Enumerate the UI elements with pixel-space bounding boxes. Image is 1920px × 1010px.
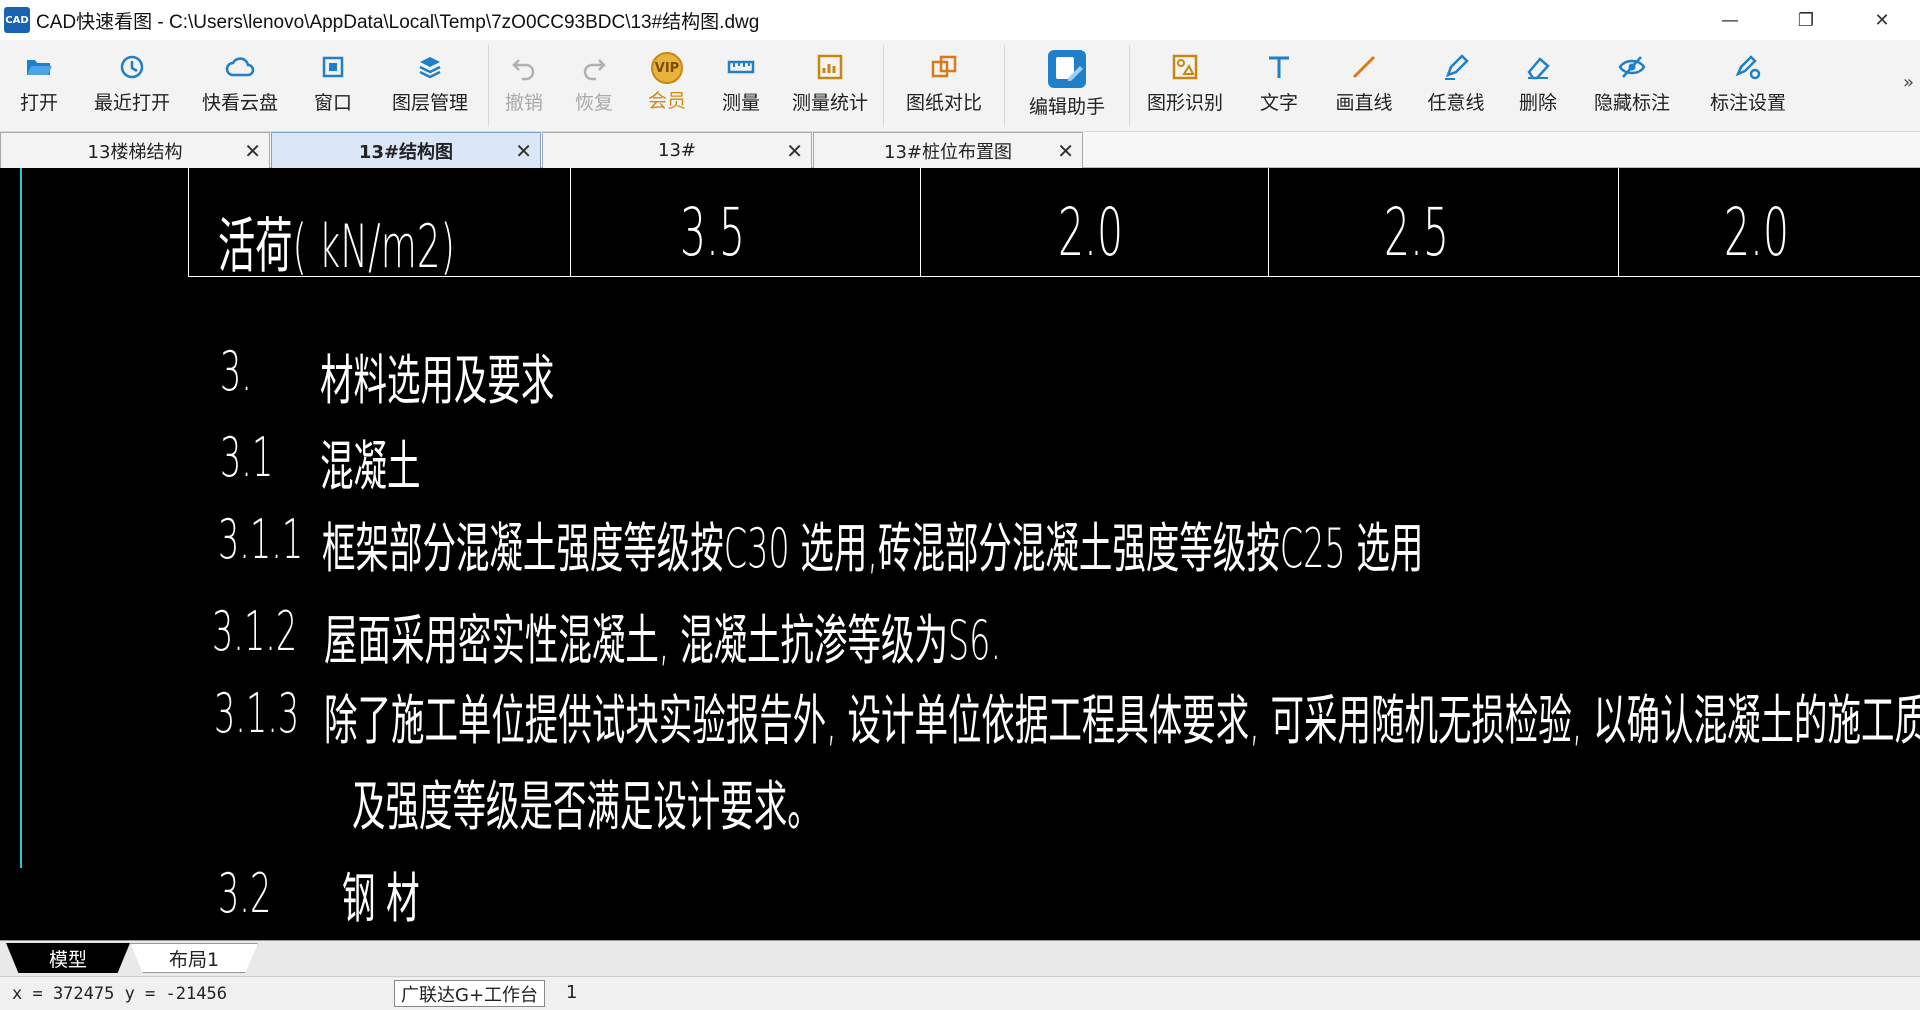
toolbar-overflow-button[interactable]: »: [1903, 72, 1914, 93]
table-value: 3.5: [680, 194, 746, 271]
main-toolbar: 打开 最近打开 快看云盘 窗口 图层管理 撤销 恢复 VIP 会员 测量 测量统…: [0, 40, 1920, 132]
redo-icon: [579, 52, 609, 82]
pen-gear-icon: [1733, 52, 1763, 82]
layout-tabs: 模型 布局1: [0, 940, 1920, 976]
table-vline: [1618, 168, 1619, 277]
ruler-icon: [726, 52, 756, 82]
tab-structure-drawing[interactable]: 13#结构图 ✕: [271, 132, 541, 168]
vip-badge-icon: VIP: [647, 52, 687, 84]
pen-icon: [1441, 52, 1471, 82]
recent-button[interactable]: 最近打开: [78, 40, 186, 132]
layout1-tab[interactable]: 布局1: [130, 943, 258, 973]
shape-recognition-button[interactable]: 图形识别: [1130, 40, 1240, 132]
section-number: 3.1.2: [212, 600, 298, 663]
cloud-icon: [225, 52, 255, 82]
section-number: 3.1: [220, 426, 274, 489]
window-frame-icon: [318, 52, 348, 82]
tab-close-icon[interactable]: ✕: [1057, 139, 1074, 163]
restore-button[interactable]: ❐: [1768, 0, 1844, 40]
model-tab[interactable]: 模型: [6, 943, 130, 973]
open-button[interactable]: 打开: [0, 40, 78, 132]
cad-border-line: [20, 168, 22, 868]
table-vline: [1268, 168, 1269, 277]
freehand-tool-button[interactable]: 任意线: [1410, 40, 1502, 132]
tab-close-icon[interactable]: ✕: [515, 139, 532, 163]
layers-icon: [415, 52, 445, 82]
table-label: 活荷( kN/m2): [218, 212, 456, 282]
straight-line-icon: [1349, 52, 1379, 82]
compare-icon: [929, 52, 959, 82]
section-text: 混凝土: [320, 435, 421, 498]
minimize-button[interactable]: —: [1692, 0, 1768, 40]
section-number: 3.1.1: [218, 508, 304, 571]
delete-tool-button[interactable]: 删除: [1502, 40, 1574, 132]
history-icon: [117, 52, 147, 82]
tab-pile-layout[interactable]: 13#桩位布置图 ✕: [813, 132, 1083, 168]
edit-helper-button[interactable]: 编辑助手: [1005, 40, 1129, 132]
folder-open-icon: [24, 52, 54, 82]
undo-icon: [509, 52, 539, 82]
text-t-icon: [1264, 52, 1294, 82]
table-vline: [570, 168, 571, 277]
table-value: 2.0: [1724, 194, 1790, 271]
window-controls: — ❐ ✕: [1692, 0, 1920, 40]
status-bar: x = 372475 y = -21456 广联达G+工作台 1: [0, 976, 1920, 1010]
vip-button[interactable]: VIP 会员: [629, 40, 705, 132]
close-window-button[interactable]: ✕: [1844, 0, 1920, 40]
section-text: 框架部分混凝土强度等级按C30 选用,砖混部分混凝土强度等级按C25 选用: [322, 517, 1424, 580]
glodon-workbench-button[interactable]: 广联达G+工作台: [394, 980, 546, 1007]
cloud-button[interactable]: 快看云盘: [186, 40, 294, 132]
redo-button[interactable]: 恢复: [559, 40, 629, 132]
window-button[interactable]: 窗口: [294, 40, 372, 132]
shape-recognition-icon: [1170, 52, 1200, 82]
section-text: 钢 材: [342, 867, 420, 930]
section-number: 3.2: [218, 862, 272, 925]
section-number: 3.1.3: [214, 682, 300, 745]
tab-close-icon[interactable]: ✕: [786, 139, 803, 163]
drawing-canvas[interactable]: 活荷( kN/m2) 3.5 2.0 2.5 2.0 3. 材料选用及要求 3.…: [0, 168, 1920, 940]
measure-stats-button[interactable]: 测量统计: [777, 40, 883, 132]
section-number: 3.: [220, 340, 252, 403]
line-tool-button[interactable]: 画直线: [1318, 40, 1410, 132]
title-bar: CAD CAD快速看图 - C:\Users\lenovo\AppData\Lo…: [0, 0, 1920, 40]
edit-helper-icon: [1046, 48, 1088, 90]
layers-button[interactable]: 图层管理: [372, 40, 488, 132]
table-value: 2.5: [1384, 194, 1450, 271]
section-text: 材料选用及要求: [320, 349, 555, 412]
table-vline: [188, 168, 189, 277]
measure-button[interactable]: 测量: [705, 40, 777, 132]
section-text: 及强度等级是否满足设计要求。: [352, 775, 821, 838]
section-text: 除了施工单位提供试块实验报告外, 设计单位依据工程具体要求, 可采用随机无损检验…: [324, 689, 1920, 752]
cursor-coordinates: x = 372475 y = -21456: [12, 984, 227, 1004]
stats-chart-icon: [815, 52, 845, 82]
tab-close-icon[interactable]: ✕: [244, 139, 261, 163]
eraser-icon: [1523, 52, 1553, 82]
table-value: 2.0: [1058, 194, 1124, 271]
status-extra-value: 1: [566, 982, 578, 1003]
eye-slash-icon: [1617, 52, 1647, 82]
text-tool-button[interactable]: 文字: [1240, 40, 1318, 132]
compare-button[interactable]: 图纸对比: [884, 40, 1004, 132]
window-title: CAD快速看图 - C:\Users\lenovo\AppData\Local\…: [36, 11, 760, 33]
table-vline: [920, 168, 921, 277]
tab-stair-structure[interactable]: 13楼梯结构 ✕: [0, 132, 270, 168]
document-tabs: 13楼梯结构 ✕ 13#结构图 ✕ 13# ✕ 13#桩位布置图 ✕: [0, 132, 1920, 168]
undo-button[interactable]: 撤销: [489, 40, 559, 132]
app-logo-icon: CAD: [4, 7, 30, 33]
tab-13[interactable]: 13# ✕: [542, 132, 812, 168]
hide-marks-button[interactable]: 隐藏标注: [1574, 40, 1690, 132]
mark-settings-button[interactable]: 标注设置: [1690, 40, 1806, 132]
section-text: 屋面采用密实性混凝土, 混凝土抗渗等级为S6.: [324, 609, 1002, 672]
